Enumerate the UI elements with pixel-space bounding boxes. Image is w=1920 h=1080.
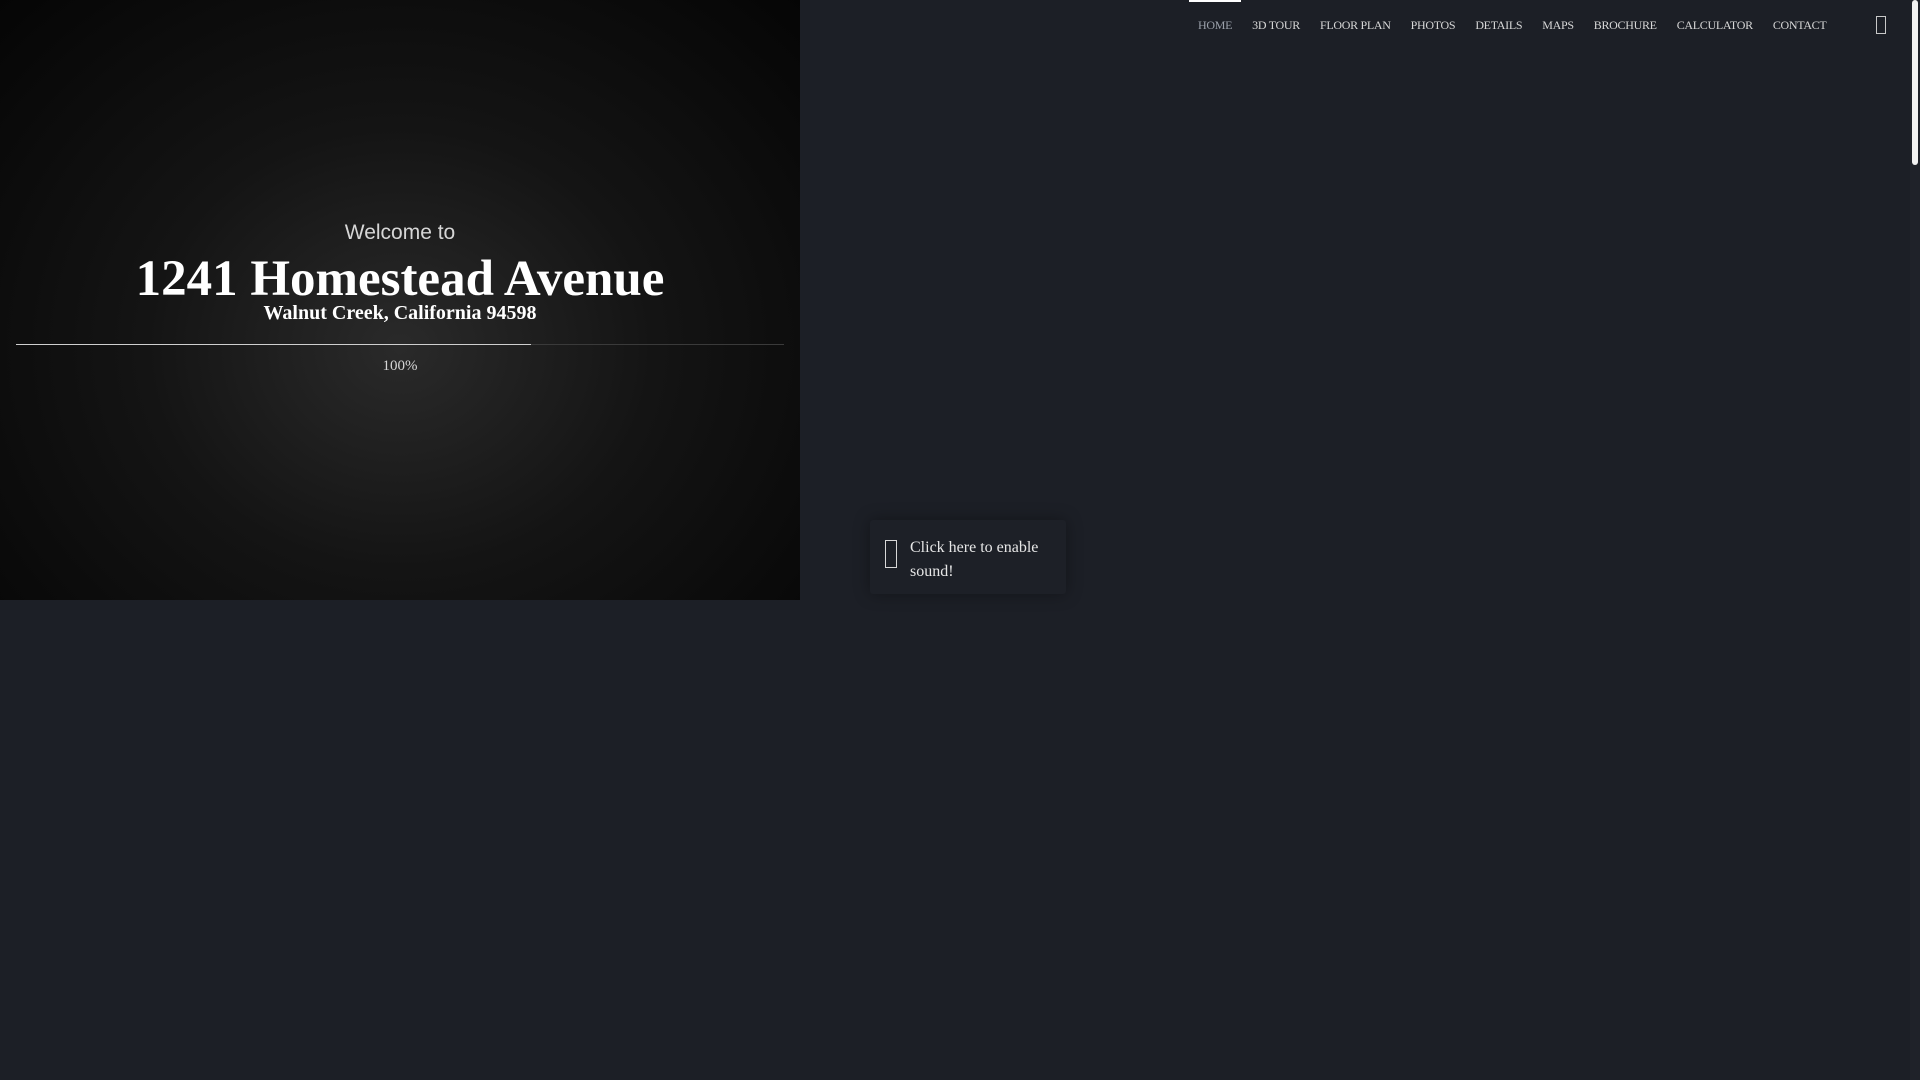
nav-item-contact[interactable]: CONTACT [1763,0,1837,50]
scrollbar[interactable] [1910,0,1920,1080]
property-subtitle: Walnut Creek, California 94598 [263,302,537,324]
nav-item-details[interactable]: DETAILS [1465,0,1532,50]
welcome-panel: Welcome to 1241 Homestead Avenue Walnut … [0,0,800,600]
scrollbar-thumb[interactable] [1912,0,1918,165]
enable-sound-label: Click here to enable sound! [910,539,1039,580]
enable-sound-button[interactable]: Click here to enable sound! [870,520,1066,594]
top-navigation: HOME 3D TOUR FLOOR PLAN PHOTOS DETAILS M… [1188,0,1900,50]
nav-item-home[interactable]: HOME [1188,0,1242,50]
nav-item-floor-plan[interactable]: FLOOR PLAN [1310,0,1401,50]
property-title: 1241 Homestead Avenue [135,251,665,307]
menu-box-icon[interactable] [1876,16,1886,34]
progress-percentage: 100% [382,358,418,374]
nav-item-maps[interactable]: MAPS [1532,0,1583,50]
nav-item-3d-tour[interactable]: 3D TOUR [1242,0,1310,50]
progress-bar [16,344,784,345]
nav-item-brochure[interactable]: BROCHURE [1584,0,1667,50]
nav-item-calculator[interactable]: CALCULATOR [1667,0,1763,50]
page: Welcome to 1241 Homestead Avenue Walnut … [0,0,1920,1080]
progress-fill [16,344,531,345]
welcome-label: Welcome to [344,221,456,244]
nav-item-photos[interactable]: PHOTOS [1401,0,1466,50]
speaker-icon [885,540,897,568]
